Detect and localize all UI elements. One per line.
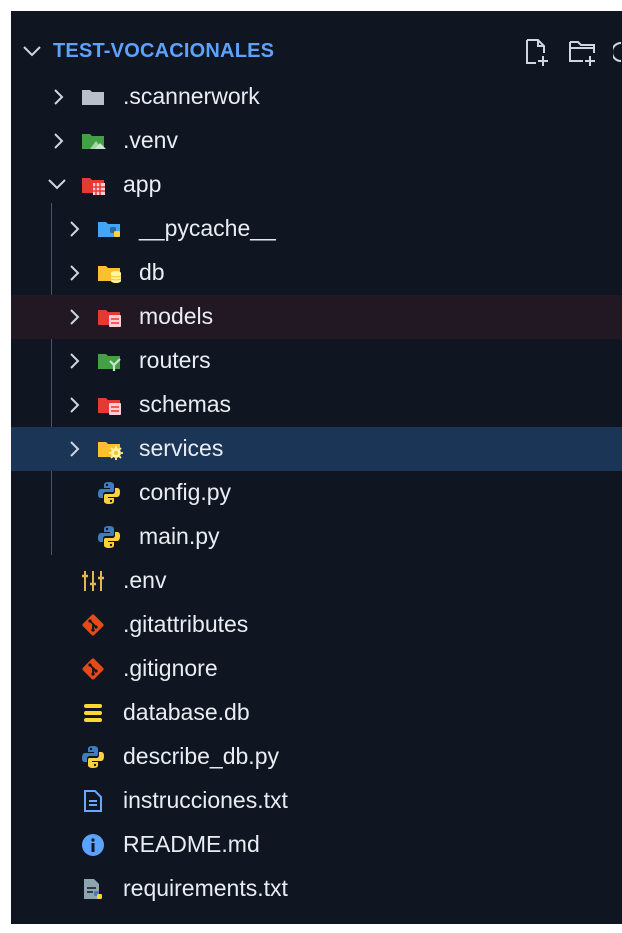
folder-routes-icon [97,349,121,373]
chevron-right-icon[interactable] [67,308,81,326]
tree-item-label: db [139,259,165,285]
tree-item-pycache[interactable]: __pycache__ [11,207,622,251]
tree-item-label: services [139,435,224,461]
tree-item-label: .scannerwork [123,83,260,109]
workspace-title: TEST-VOCACIONALES [53,40,275,62]
tune-icon [81,569,105,593]
info-icon [81,833,105,857]
python-icon [97,481,121,505]
text-document-icon [81,789,105,813]
tree-item-scannerwork[interactable]: .scannerwork [11,75,622,119]
requirements-icon [81,877,105,901]
tree-item-gitattributes[interactable]: .gitattributes [11,603,622,647]
tree-item-routers[interactable]: routers [11,339,622,383]
file-explorer: TEST-VOCACIONALES .scannerwork .venv app… [11,11,622,924]
tree-item-gitignore[interactable]: .gitignore [11,647,622,691]
tree-item-label: config.py [139,479,232,505]
chevron-right-icon[interactable] [51,132,65,150]
tree-item-database-db[interactable]: database.db [11,691,622,735]
tree-item-label: __pycache__ [139,215,276,241]
tree-item-app[interactable]: app [11,163,622,207]
tree-item-label: models [139,303,214,329]
folder-app-icon [81,173,105,197]
chevron-right-icon[interactable] [67,352,81,370]
tree-item-label: database.db [123,699,250,725]
tree-item-label: routers [139,347,211,373]
tree-item-label: README.md [123,831,260,857]
tree-item-db[interactable]: db [11,251,622,295]
folder-schemas-icon [97,393,121,417]
tree-item-readme-md[interactable]: README.md [11,823,622,867]
tree-item-label: app [123,171,162,197]
new-file-icon[interactable] [522,37,552,67]
git-icon [81,613,105,637]
tree-item-label: .gitattributes [123,611,249,637]
tree-item-label: .venv [123,127,178,153]
explorer-header[interactable]: TEST-VOCACIONALES [11,29,622,73]
tree-item-env[interactable]: .env [11,559,622,603]
folder-database-icon [97,261,122,285]
chevron-down-icon[interactable] [47,176,67,192]
tree-item-label: instrucciones.txt [123,787,288,813]
database-icon [81,701,105,725]
chevron-right-icon[interactable] [67,396,81,414]
chevron-right-icon[interactable] [67,440,81,458]
tree-item-main-py[interactable]: main.py [11,515,622,559]
tree-item-schemas[interactable]: schemas [11,383,622,427]
chevron-down-icon[interactable] [22,43,42,59]
tree-item-label: requirements.txt [123,875,288,901]
chevron-right-icon[interactable] [67,264,81,282]
chevron-right-icon[interactable] [67,220,81,238]
new-folder-icon[interactable] [567,37,599,67]
tree-item-instrucciones-txt[interactable]: instrucciones.txt [11,779,622,823]
tree-item-venv[interactable]: .venv [11,119,622,163]
folder-python-icon [97,217,121,241]
folder-services-icon [97,437,123,461]
tree-item-config-py[interactable]: config.py [11,471,622,515]
tree-item-services[interactable]: services [11,427,622,471]
folder-venv-icon [81,129,106,153]
tree-item-describe-db-py[interactable]: describe_db.py [11,735,622,779]
folder-models-icon [97,305,121,329]
tree-item-label: main.py [139,523,220,549]
tree-item-label: describe_db.py [123,743,279,769]
tree-item-label: .gitignore [123,655,218,681]
tree-item-requirements-txt[interactable]: requirements.txt [11,867,622,911]
tree-item-label: .env [123,567,167,593]
chevron-right-icon[interactable] [51,88,65,106]
tree-item-models[interactable]: models [11,295,622,339]
folder-gray-icon [81,85,105,109]
tree-item-label: schemas [139,391,232,417]
python-icon [97,525,121,549]
git-icon [81,657,105,681]
python-icon [81,745,105,769]
refresh-icon[interactable] [613,37,622,67]
